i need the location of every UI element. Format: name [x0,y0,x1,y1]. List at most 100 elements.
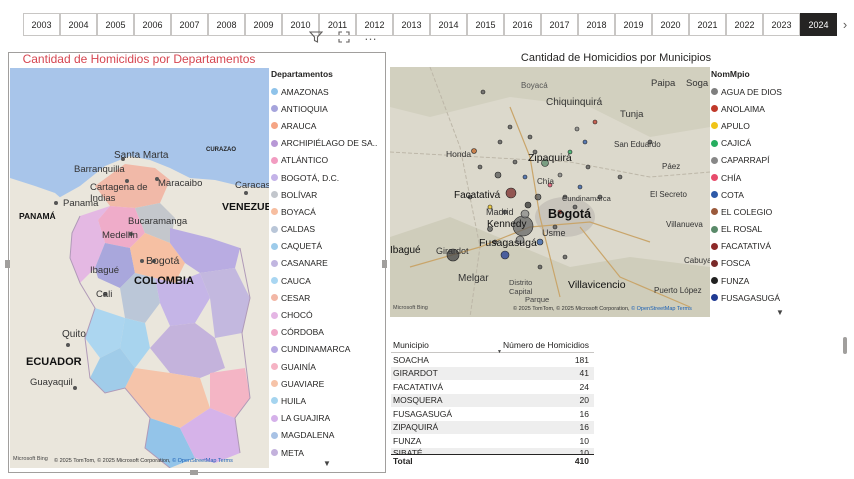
filter-icon[interactable] [308,30,324,47]
table-row[interactable]: SIBATÉ 10 [391,447,594,454]
more-options-icon[interactable]: … [364,28,377,43]
year-option[interactable]: 2023 [763,13,800,36]
legend-marker [711,242,718,250]
legend-label: CAPARRAPÍ [721,155,770,166]
resize-handle[interactable] [5,260,10,268]
legend-item[interactable]: ARCHIPIÉLAGO DE SA... [271,135,378,152]
year-option[interactable]: 2018 [578,13,615,36]
column-header-municipio[interactable]: Municipio [391,340,496,350]
cell-homicidios: 41 [579,368,589,379]
legend-item[interactable]: BOYACÁ [271,203,378,220]
table-row[interactable]: SOACHA 181 [391,353,594,367]
terms-link[interactable]: Terms [677,306,692,312]
legend-item[interactable]: BOGOTÁ, D.C. [271,169,378,186]
year-option[interactable]: 2019 [615,13,652,36]
place-label: Cartagena de Indias [90,182,148,204]
legend-item[interactable]: BOLÍVAR [271,186,378,203]
sort-descending-icon[interactable]: ▼ [497,349,502,355]
year-option[interactable]: 2014 [430,13,467,36]
legend-item[interactable]: FOSCA [711,255,831,272]
map-attribution: © 2025 TomTom, © 2025 Microsoft Corporat… [513,306,692,312]
chevron-right-icon[interactable]: › [838,13,852,36]
table-row[interactable]: MOSQUERA 20 [391,393,594,407]
place-label: Quito [62,329,86,340]
legend-item[interactable]: AGUA DE DIOS [711,83,831,100]
resize-handle[interactable] [382,260,387,268]
legend-item[interactable]: CASANARE [271,255,378,272]
table-row[interactable]: GIRARDOT 41 [391,366,594,380]
legend-item[interactable]: COTA [711,186,831,203]
year-option[interactable]: 2004 [60,13,97,36]
legend-item[interactable]: MAGDALENA [271,427,378,444]
scroll-down-icon[interactable]: ▼ [323,459,331,468]
legend-item[interactable]: EL COLEGIO [711,203,831,220]
table-row[interactable]: FUNZA 10 [391,434,594,448]
year-option[interactable]: 2007 [171,13,208,36]
legend-item[interactable]: HUILA [271,392,378,409]
legend-item[interactable]: ANTIOQUIA [271,100,378,117]
legend-item[interactable]: CAPARRAPÍ [711,152,831,169]
openstreetmap-link[interactable]: © OpenStreetMap [631,306,675,312]
legend-item[interactable]: LA GUAJIRA [271,410,378,427]
legend-item[interactable]: FUNZA [711,272,831,289]
legend-item[interactable]: ATLÁNTICO [271,152,378,169]
table-row[interactable]: ZIPAQUIRÁ 16 [391,420,594,434]
scroll-down-icon[interactable]: ▼ [776,308,784,317]
legend-item[interactable]: CUNDINAMARCA [271,341,378,358]
legend-marker [271,414,278,422]
resize-handle[interactable] [190,470,198,475]
legend-item[interactable]: FACATATIVÁ [711,238,831,255]
column-header-homicidios[interactable]: Número de Homicidios [496,340,592,350]
legend-item[interactable]: CALDAS [271,221,378,238]
legend-item[interactable]: ANOLAIMA [711,100,831,117]
department-map[interactable]: Santa Marta Barranquilla CURAZAO Maracai… [10,68,269,468]
microsoft-bing-logo: Microsoft Bing [13,456,48,462]
year-option[interactable]: 2016 [504,13,541,36]
year-option[interactable]: 2015 [467,13,504,36]
legend-item[interactable]: CÓRDOBA [271,324,378,341]
legend-item[interactable]: CAJICÁ [711,135,831,152]
cell-municipio: FUNZA [393,435,422,446]
legend-item[interactable]: APULO [711,117,831,134]
legend-item[interactable]: GUAVIARE [271,375,378,392]
legend-item[interactable]: EL ROSAL [711,221,831,238]
legend-item[interactable]: AMAZONAS [271,83,378,100]
year-option[interactable]: 2003 [23,13,60,36]
openstreetmap-link[interactable]: © OpenStreetMap [172,458,216,464]
legend-label: CAQUETÁ [281,241,323,252]
table-total-row: Total 410 [391,453,594,468]
legend-label: META [281,447,304,458]
focus-mode-icon[interactable] [337,30,351,47]
legend-item[interactable]: CHOCÓ [271,306,378,323]
year-option[interactable]: 2009 [245,13,282,36]
year-option[interactable]: 2005 [97,13,134,36]
place-label: Madrid [486,207,514,217]
cell-homicidios: 10 [579,435,589,446]
table-scrollbar[interactable] [843,337,847,354]
year-option[interactable]: 2020 [652,13,689,36]
year-option[interactable]: 2024 [800,13,837,36]
legend-label: AMAZONAS [281,86,329,97]
terms-link[interactable]: Terms [218,458,233,464]
legend-item[interactable]: GUAINÍA [271,358,378,375]
municipio-map[interactable]: Paipa Soga Boyacá Chiquinquirá Tunja Hon… [390,67,710,317]
place-label: Girardot [436,246,469,256]
legend-item[interactable]: CAQUETÁ [271,238,378,255]
municipio-map-title: Cantidad de Homicidios por Municipios [520,52,712,64]
year-option[interactable]: 2013 [393,13,430,36]
legend-item[interactable]: CAUCA [271,272,378,289]
table-row[interactable]: FACATATIVÁ 24 [391,380,594,394]
legend-item[interactable]: ARAUCA [271,117,378,134]
place-label: Honda [446,149,472,159]
year-option[interactable]: 2021 [689,13,726,36]
year-option[interactable]: 2006 [134,13,171,36]
year-option[interactable]: 2008 [208,13,245,36]
legend-item[interactable]: CHÍA [711,169,831,186]
legend-label: CHOCÓ [281,310,313,321]
table-row[interactable]: FUSAGASUGÁ 16 [391,407,594,421]
legend-item[interactable]: CESAR [271,289,378,306]
year-option[interactable]: 2017 [541,13,578,36]
place-label: Facatativá [454,190,501,201]
legend-item[interactable]: FUSAGASUGÁ [711,289,831,306]
year-option[interactable]: 2022 [726,13,763,36]
